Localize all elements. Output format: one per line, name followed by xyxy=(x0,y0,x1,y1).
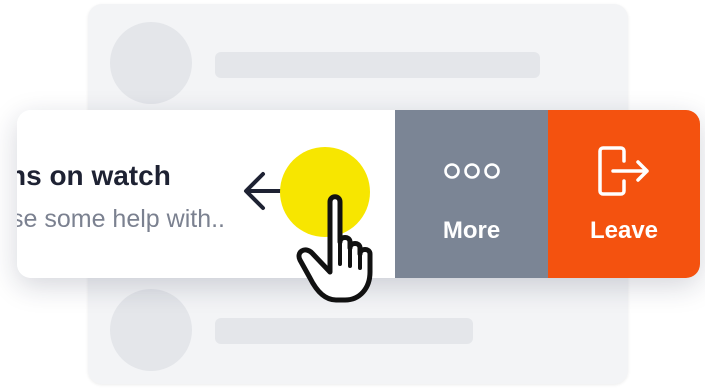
leave-button[interactable]: Leave xyxy=(548,110,700,278)
more-dots-icon xyxy=(442,143,502,199)
leave-label: Leave xyxy=(589,217,659,244)
placeholder-text-line xyxy=(215,318,473,344)
more-label: More xyxy=(442,217,501,244)
hand-pointer-icon xyxy=(296,194,373,303)
row-title: ns on watch xyxy=(17,160,171,191)
placeholder-avatar xyxy=(110,289,192,371)
row-subtitle: se some help with.. xyxy=(17,205,225,233)
placeholder-avatar xyxy=(110,22,192,104)
exit-door-icon xyxy=(596,143,652,199)
placeholder-text-line xyxy=(215,52,540,78)
